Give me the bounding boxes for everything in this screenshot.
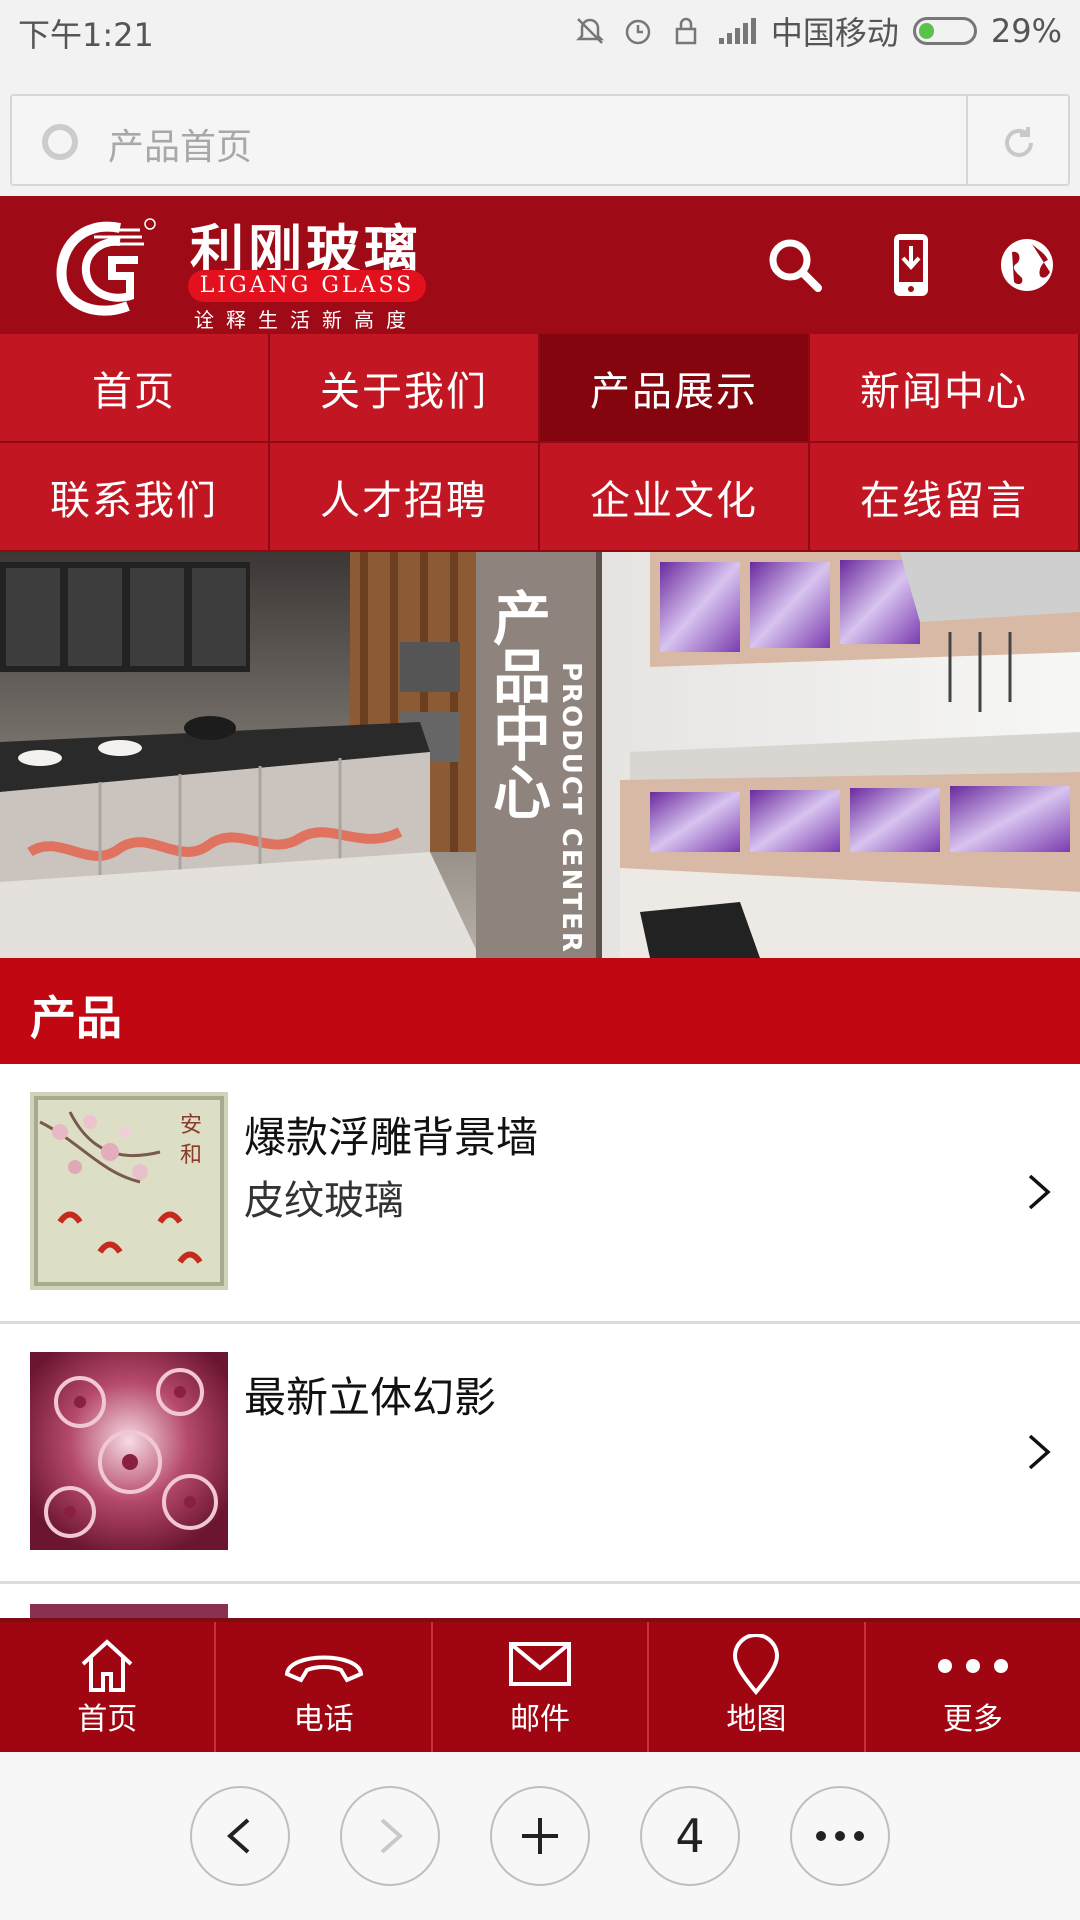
svg-text:安: 安 <box>180 1113 202 1138</box>
battery-level <box>918 23 934 39</box>
site-icon <box>42 124 78 160</box>
back-button[interactable] <box>190 1786 290 1886</box>
phone-icon <box>284 1655 363 1683</box>
toolbar-map-label: 地图 <box>726 1702 787 1737</box>
products-section-header: 产品 <box>0 958 1080 1064</box>
toolbar-mail-button[interactable]: 邮件 <box>433 1622 650 1752</box>
forward-button[interactable] <box>340 1786 440 1886</box>
list-item[interactable]: 最新立体幻影 <box>0 1324 1080 1584</box>
mobile-download-icon[interactable] <box>876 230 946 300</box>
product-subtitle: 皮纹玻璃 <box>244 1178 404 1224</box>
mail-icon <box>509 1642 572 1686</box>
toolbar-map-button[interactable]: 地图 <box>649 1622 866 1752</box>
nav-item-home[interactable]: 首页 <box>0 334 270 443</box>
product-list: 安 和 爆款浮雕背景墙 皮纹玻璃 最新立体幻影 <box>0 1064 1080 1644</box>
section-title: 产品 <box>30 991 122 1045</box>
toolbar-home-label: 首页 <box>77 1702 138 1737</box>
chevron-left-icon <box>226 1818 250 1854</box>
battery-icon <box>912 17 977 45</box>
tab-count: 4 <box>675 1809 705 1863</box>
home-icon <box>81 1639 133 1692</box>
address-bar-divider <box>966 96 968 184</box>
nav-item-news[interactable]: 新闻中心 <box>810 334 1080 443</box>
brand-name-en: LIGANG GLASS <box>188 270 426 302</box>
page-title[interactable]: 产品首页 <box>108 118 252 170</box>
toolbar-phone-label: 电话 <box>293 1702 354 1737</box>
more-icon <box>937 1659 1008 1673</box>
map-pin-icon <box>733 1634 780 1696</box>
nav-item-message[interactable]: 在线留言 <box>810 443 1080 552</box>
lock-icon <box>675 17 697 45</box>
toolbar-mail-label: 邮件 <box>510 1702 571 1737</box>
list-item[interactable]: 安 和 爆款浮雕背景墙 皮纹玻璃 <box>0 1064 1080 1324</box>
banner-title-cn: 产品中心 <box>483 588 551 820</box>
nav-item-about[interactable]: 关于我们 <box>270 334 540 443</box>
status-time: 下午1:21 <box>18 16 154 54</box>
globe-icon[interactable] <box>992 230 1062 300</box>
more-horizontal-icon <box>816 1831 864 1841</box>
product-banner[interactable]: 产品中心 PRODUCT CENTER <box>0 552 1080 958</box>
chevron-right-icon <box>380 1818 404 1854</box>
mute-icon <box>575 18 604 44</box>
nav-item-culture[interactable]: 企业文化 <box>540 443 810 552</box>
battery-percent: 29% <box>990 12 1062 50</box>
site-header: 利刚玻璃 LIGANG GLASS 诠释生活新高度 <box>0 196 1080 334</box>
nav-item-products[interactable]: 产品展示 <box>540 334 810 443</box>
chevron-right-icon <box>1028 1434 1051 1470</box>
status-bar: 下午1:21 中国移动 29% <box>0 0 1080 60</box>
chevron-right-icon <box>1028 1174 1051 1210</box>
address-bar[interactable]: 产品首页 <box>10 94 1070 186</box>
toolbar-more-button[interactable]: 更多 <box>866 1622 1080 1752</box>
svg-text:和: 和 <box>180 1143 202 1168</box>
site-toolbar: 首页 电话 邮件 地图 更多 <box>0 1618 1080 1752</box>
main-nav: 首页 关于我们 产品展示 新闻中心 联系我们 人才招聘 企业文化 在线留言 <box>0 334 1080 552</box>
product-thumbnail: 安 和 <box>30 1092 228 1290</box>
toolbar-home-button[interactable]: 首页 <box>0 1622 217 1752</box>
tabs-button[interactable]: 4 <box>640 1786 740 1886</box>
alarm-icon <box>625 19 651 45</box>
new-tab-button[interactable] <box>490 1786 590 1886</box>
signal-icon <box>718 18 756 44</box>
carrier-label: 中国移动 <box>770 14 899 52</box>
browser-nav-bar: 4 <box>0 1752 1080 1920</box>
banner-title-en: PRODUCT CENTER <box>556 662 586 954</box>
status-icons: 中国移动 29% <box>573 8 1062 54</box>
search-icon[interactable] <box>760 230 830 300</box>
product-thumbnail <box>30 1352 228 1550</box>
product-title: 爆款浮雕背景墙 <box>244 1113 539 1162</box>
nav-item-contact[interactable]: 联系我们 <box>0 443 270 552</box>
brand-logo-icon[interactable] <box>50 210 160 320</box>
menu-button[interactable] <box>790 1786 890 1886</box>
toolbar-phone-button[interactable]: 电话 <box>216 1622 433 1752</box>
reload-icon[interactable] <box>1000 124 1038 162</box>
brand-slogan: 诠释生活新高度 <box>194 308 418 332</box>
nav-item-careers[interactable]: 人才招聘 <box>270 443 540 552</box>
product-title: 最新立体幻影 <box>244 1373 497 1422</box>
plus-icon <box>522 1818 558 1854</box>
screen: 下午1:21 中国移动 29% 产品首页 利刚玻璃 LIGANG GLASS 诠 <box>0 0 1080 1920</box>
toolbar-more-label: 更多 <box>942 1702 1003 1737</box>
